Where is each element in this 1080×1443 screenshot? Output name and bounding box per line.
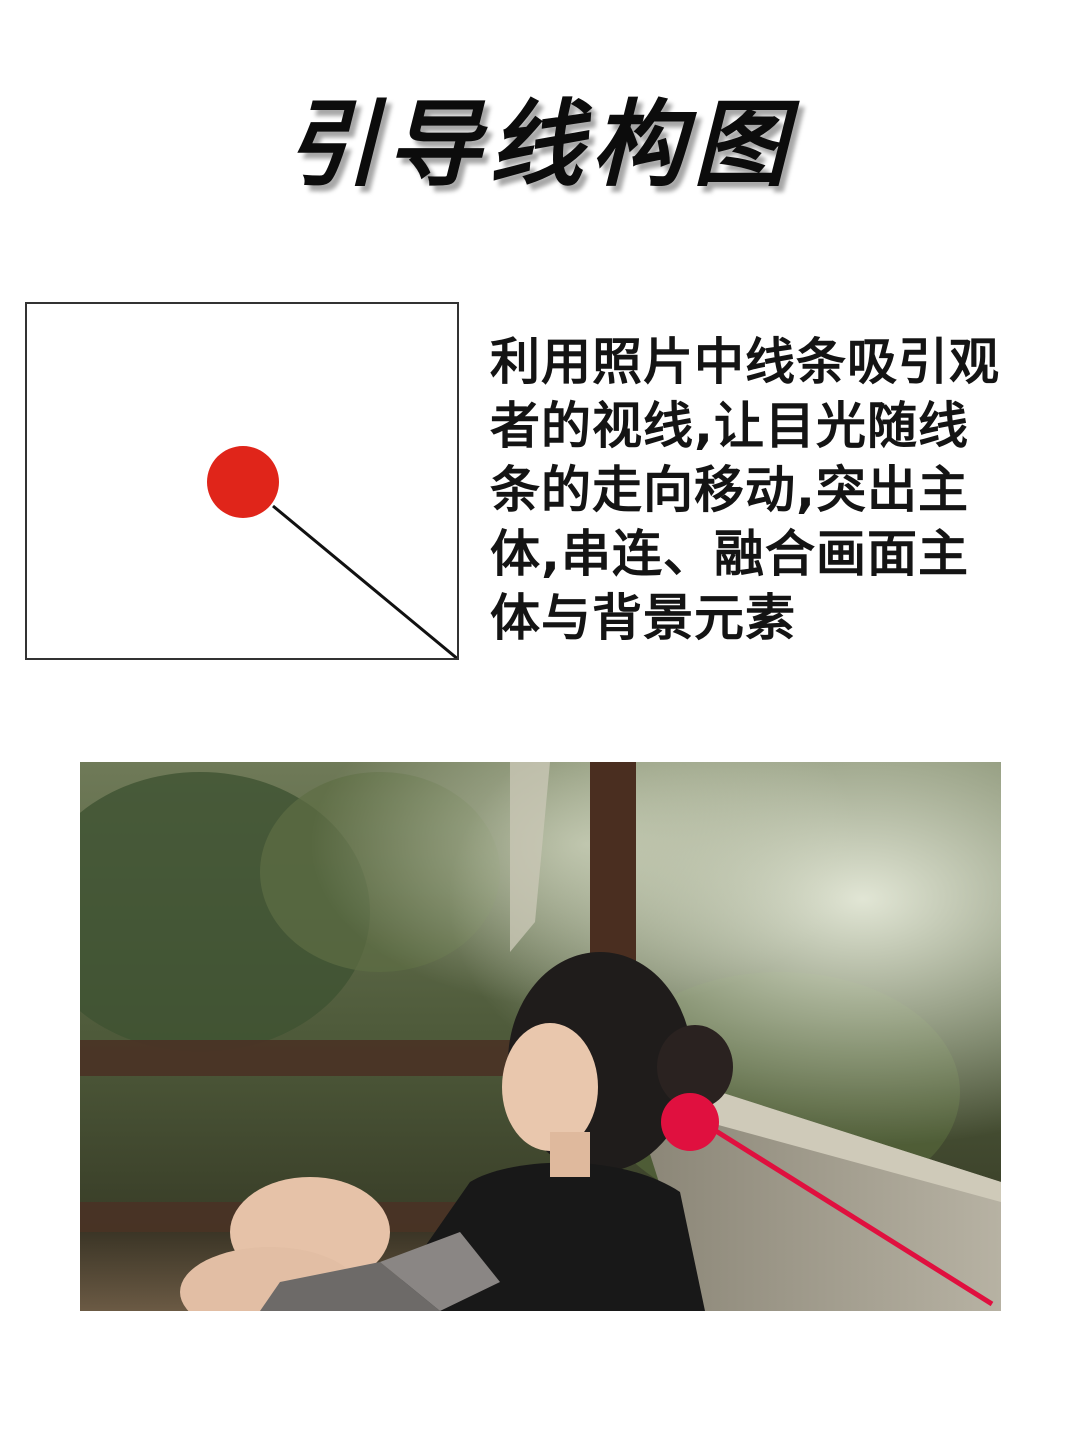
description-line: 体,串连、融合画面主 bbox=[490, 525, 969, 583]
photo-focus-dot bbox=[661, 1093, 719, 1151]
description-line: 体与背景元素 bbox=[490, 589, 796, 647]
description-line: 利用照片中线条吸引观 bbox=[490, 333, 1000, 391]
photo-illustration bbox=[80, 762, 1001, 1311]
page-title: 引导线构图 bbox=[284, 91, 795, 200]
description-line: 条的走向移动,突出主 bbox=[490, 461, 969, 519]
example-photo bbox=[80, 762, 1001, 1311]
description-text: 利用照片中线条吸引观 者的视线,让目光随线 条的走向移动,突出主 体,串连、融合… bbox=[490, 330, 1050, 650]
diagram-canvas bbox=[207, 446, 457, 658]
description-line: 者的视线,让目光随线 bbox=[490, 397, 969, 455]
diagram-leading-line bbox=[272, 504, 457, 658]
diagram-focus-dot bbox=[207, 446, 279, 518]
leading-line-diagram bbox=[25, 302, 459, 660]
